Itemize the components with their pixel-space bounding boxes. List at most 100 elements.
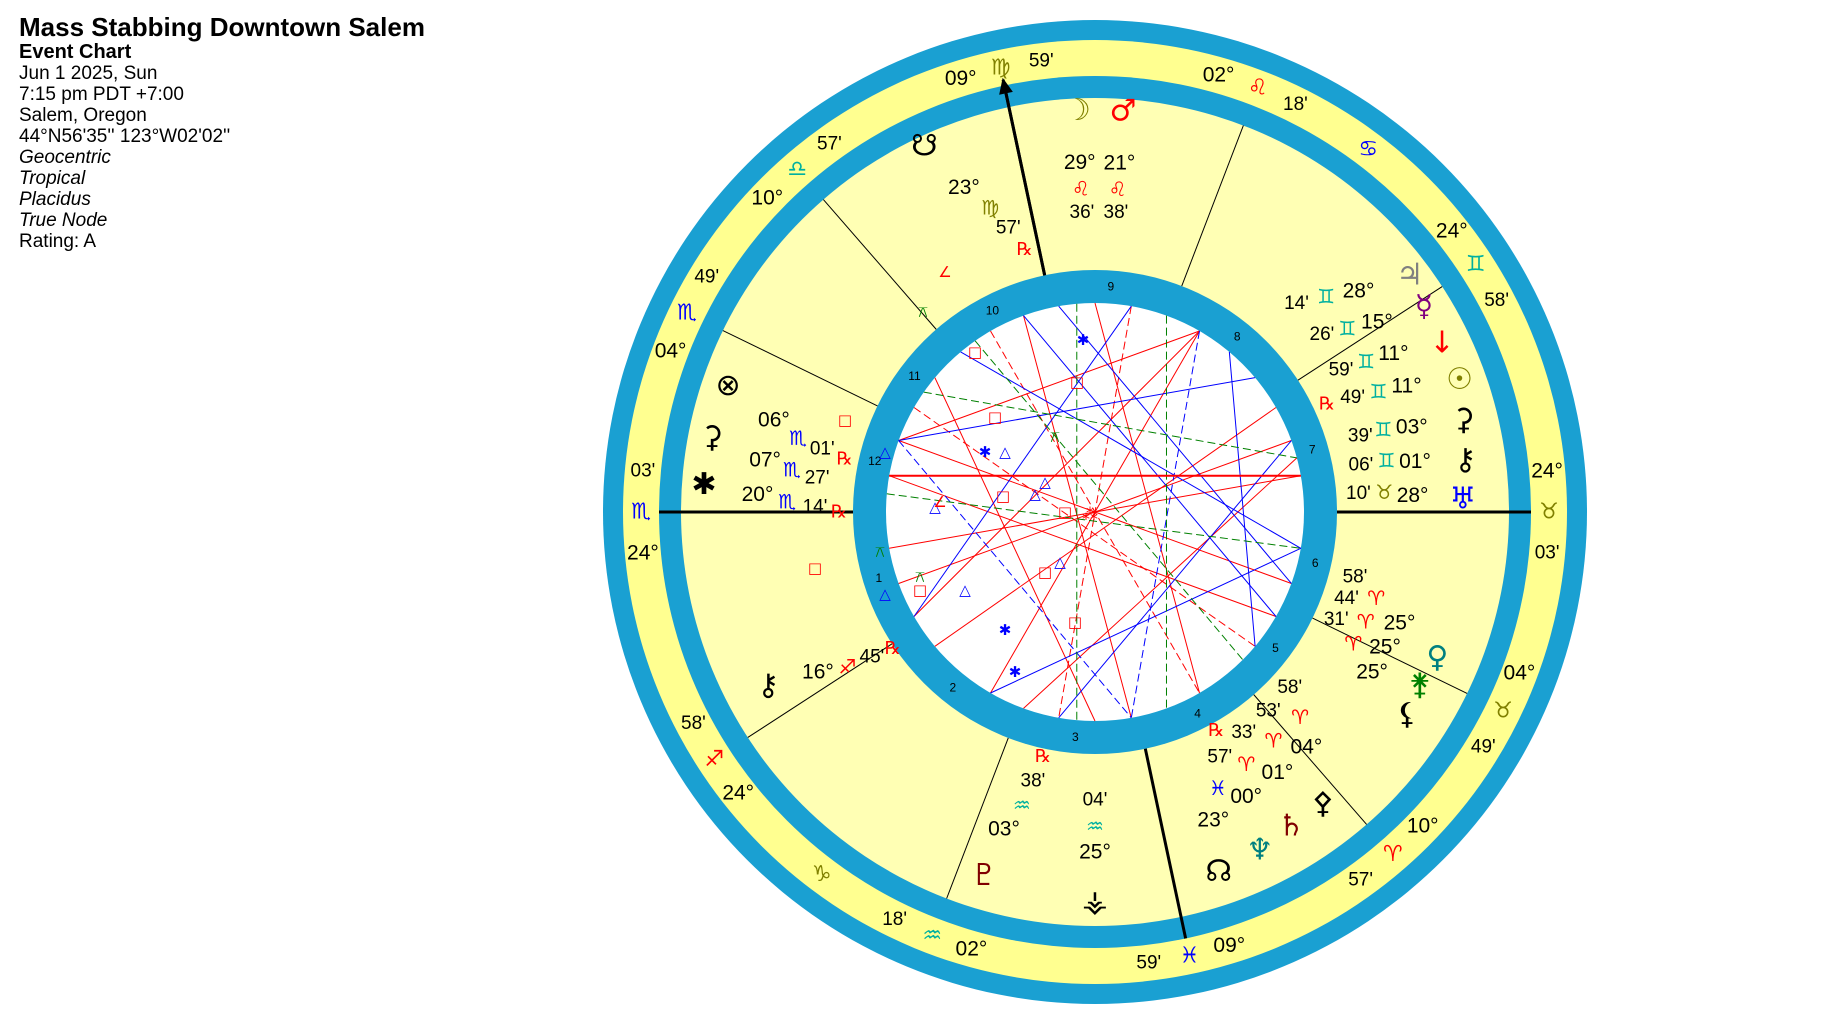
aspect-glyph: ✱	[979, 443, 992, 461]
planet-sign-glyph: ♏	[789, 426, 807, 450]
planet-glyph-chiron-icon: ⚷	[1454, 442, 1476, 477]
planet-minute: 58'	[1343, 566, 1368, 587]
aspect-glyph: ⚻	[918, 303, 928, 321]
planet-minute: 01'	[810, 439, 835, 460]
aspect-glyph: ✱	[1077, 331, 1090, 349]
house-number: 1	[876, 571, 883, 585]
aspect-glyph: □	[988, 408, 1002, 426]
planet-glyph-chiron2-icon: ⚷	[757, 668, 779, 703]
cusp-sign-glyph: ♉	[1539, 500, 1559, 525]
cusp-degree: 24°	[722, 781, 754, 804]
aspect-glyph: ∠	[933, 493, 946, 511]
planet-degree: 11°	[1391, 375, 1421, 398]
planet-sign-glyph: ♌	[1072, 176, 1090, 200]
planet-degree: 21°	[1104, 151, 1136, 174]
planet-glyph-pallas-icon: ⚴	[1312, 786, 1334, 821]
planet-sign-glyph: ♈	[1357, 609, 1375, 633]
cusp-degree: 24°	[1531, 459, 1563, 482]
planet-degree: 01°	[1262, 761, 1294, 784]
planet-glyph-star-icon: ✱	[691, 467, 716, 502]
planet-degree: 23°	[948, 176, 980, 199]
planet-degree: 20°	[742, 483, 774, 506]
planet-sign-glyph: ♈	[1265, 729, 1283, 753]
retrograde-icon: ℞	[885, 638, 901, 659]
cusp-minute: 58'	[1484, 290, 1509, 311]
aspect-glyph: △	[1039, 473, 1051, 491]
cusp-sign-glyph: ♍	[991, 55, 1011, 80]
planet-minute: 53'	[1256, 701, 1281, 722]
planet-glyph-north-node-icon: ☊	[1205, 854, 1232, 889]
planet-sign-glyph: ♍	[981, 196, 999, 220]
planet-minute: 26'	[1310, 324, 1335, 345]
cusp-sign-glyph: ♈	[1383, 842, 1403, 867]
aspect-cluster-glyph: ⁂	[1082, 505, 1098, 524]
planet-degree: 11°	[1378, 342, 1408, 365]
retrograde-icon: ℞	[1035, 746, 1051, 767]
planet-sign-glyph: ♈	[1291, 705, 1309, 729]
aspect-glyph: △	[999, 443, 1011, 461]
cusp-degree: 04°	[1504, 662, 1536, 685]
planet-glyph-mercury-icon: ☿	[1415, 289, 1433, 324]
aspect-glyph: △	[959, 581, 971, 599]
planet-sign-glyph: ♊	[1357, 350, 1375, 374]
planet-degree: 00°	[1230, 785, 1262, 808]
planet-glyph-lilith-icon: ⚸	[1396, 697, 1418, 732]
aspect-glyph: □	[1058, 503, 1072, 521]
cusp-sign-glyph: ♉	[1493, 699, 1513, 724]
planet-degree: 15°	[1361, 310, 1393, 333]
cusp-degree: 10°	[751, 186, 783, 209]
planet-degree: 28°	[1397, 484, 1429, 507]
planet-degree: 04°	[1291, 735, 1323, 758]
planet-glyph-fortune-icon: ⊗	[716, 368, 741, 403]
planet-minute: 57'	[1207, 747, 1232, 768]
retrograde-icon: ℞	[1017, 239, 1033, 260]
planet-sign-glyph: ♉	[1375, 480, 1393, 504]
planet-minute: 58'	[1277, 677, 1302, 698]
planet-degree: 06°	[758, 408, 790, 431]
house-number: 7	[1309, 443, 1316, 457]
planet-glyph-moon-icon: ☽	[1064, 93, 1091, 128]
planet-minute: 33'	[1231, 722, 1256, 743]
planet-minute: 38'	[1104, 202, 1129, 223]
house-number: 9	[1107, 280, 1114, 294]
planet-minute: 49'	[1340, 387, 1365, 408]
planet-degree: 03°	[988, 818, 1020, 841]
cusp-degree: 02°	[956, 937, 988, 960]
house-number: 8	[1234, 329, 1241, 343]
planet-sign-glyph: ♈	[1237, 752, 1255, 776]
planet-degree: 25°	[1384, 611, 1416, 634]
aspect-glyph: ⚻	[1050, 428, 1060, 446]
cusp-minute: 59'	[1136, 952, 1161, 973]
planet-sign-glyph: ♊	[1338, 317, 1356, 341]
cusp-minute: 18'	[1283, 94, 1308, 115]
planet-sign-glyph: ♈	[1344, 632, 1362, 656]
planet-degree: 25°	[1356, 661, 1388, 684]
planet-minute: 36'	[1070, 202, 1095, 223]
aspect-glyph: □	[1038, 563, 1052, 581]
planet-degree: 28°	[1343, 279, 1375, 302]
planet-sign-glyph: ♊	[1374, 417, 1392, 441]
aspect-glyph: △	[879, 585, 891, 603]
planet-sign-glyph: ♈	[1367, 586, 1385, 610]
cusp-sign-glyph: ♊	[1466, 252, 1486, 277]
astrology-chart-wheel: 24°♏03'24°♐58'02°♒18'09°♓59'10°♈57'04°♉4…	[603, 20, 1587, 1004]
intercepted-sign-glyph: ♋	[1358, 137, 1378, 162]
planet-sign-glyph: ♊	[1317, 285, 1335, 309]
aspect-glyph: ⚻	[875, 543, 885, 561]
aspect-glyph: △	[1054, 553, 1066, 571]
aspect-glyph: ∠	[938, 263, 951, 281]
cusp-degree: 24°	[627, 542, 659, 565]
planet-degree: 23°	[1197, 809, 1229, 832]
planet-minute: 59'	[1329, 360, 1354, 381]
cusp-degree: 09°	[945, 67, 977, 90]
planet-degree: 16°	[802, 661, 834, 684]
house-number: 10	[986, 304, 1000, 318]
cusp-minute: 49'	[1471, 737, 1496, 758]
cusp-minute: 03'	[631, 460, 656, 481]
planet-glyph-jupiter-icon: ♃	[1396, 257, 1423, 292]
planet-sign-glyph: ♊	[1370, 380, 1388, 404]
planet-minute: 39'	[1348, 425, 1373, 446]
cusp-sign-glyph: ♐	[704, 747, 724, 772]
planet-minute: 45'	[860, 646, 885, 667]
cusp-degree: 02°	[1203, 64, 1235, 87]
